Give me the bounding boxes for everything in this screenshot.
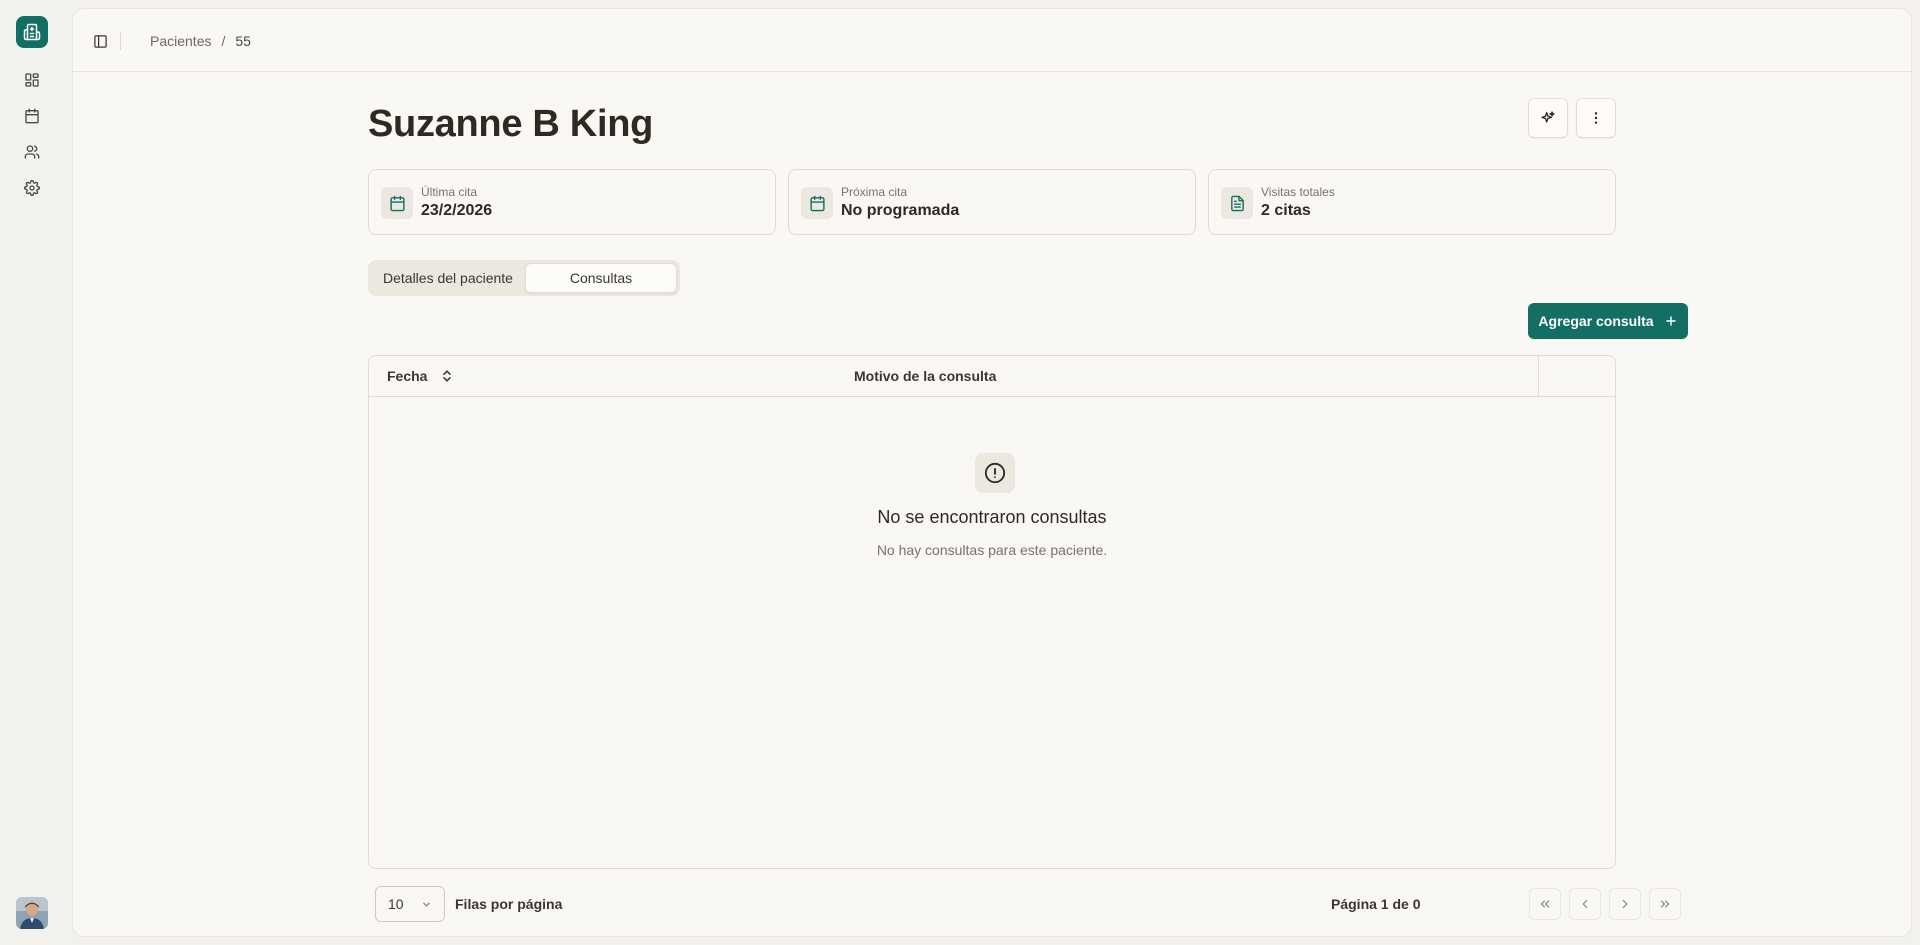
last-page-button[interactable] bbox=[1649, 888, 1681, 920]
add-consultation-label: Agregar consulta bbox=[1538, 313, 1654, 329]
stat-value: 2 citas bbox=[1261, 202, 1311, 219]
chevrons-right-icon bbox=[1660, 900, 1670, 908]
column-header-actions bbox=[1538, 356, 1615, 396]
stat-icon-wrapper bbox=[381, 187, 413, 219]
page-title: Suzanne B King bbox=[368, 103, 654, 145]
empty-state-icon-wrapper bbox=[975, 453, 1015, 493]
hospital-icon bbox=[23, 23, 41, 41]
stat-label: Próxima cita bbox=[841, 185, 908, 199]
calendar-icon bbox=[389, 195, 405, 211]
top-bar: Pacientes / 55 bbox=[73, 9, 1911, 72]
dashboard-icon bbox=[25, 73, 39, 87]
stat-icon-wrapper bbox=[801, 187, 833, 219]
document-icon bbox=[1230, 195, 1244, 211]
column-header-date[interactable]: Fecha bbox=[387, 368, 453, 384]
tab-patient-details[interactable]: Detalles del paciente bbox=[371, 263, 525, 293]
page-indicator: Página 1 de 0 bbox=[1331, 896, 1421, 912]
stat-card-next-visit: Próxima cita No programada bbox=[788, 169, 1196, 235]
empty-state-title: No se encontraron consultas bbox=[877, 507, 1107, 527]
user-avatar[interactable] bbox=[16, 897, 48, 929]
stat-label: Última cita bbox=[421, 185, 478, 199]
users-icon bbox=[24, 145, 40, 159]
stat-label: Visitas totales bbox=[1261, 185, 1335, 199]
toolbar-divider bbox=[120, 32, 121, 50]
more-vertical-icon bbox=[1594, 112, 1598, 124]
sidebar-panel-icon bbox=[93, 34, 107, 48]
ai-assist-button[interactable] bbox=[1528, 98, 1568, 138]
calendar-icon bbox=[809, 195, 825, 211]
chevron-down-icon bbox=[423, 902, 430, 907]
next-page-button[interactable] bbox=[1609, 888, 1641, 920]
alert-circle-icon bbox=[984, 462, 1006, 484]
column-header-reason: Motivo de la consulta bbox=[854, 368, 997, 384]
breadcrumb-separator: / bbox=[221, 33, 226, 49]
stat-card-last-visit: Última cita 23/2/2026 bbox=[368, 169, 776, 235]
column-header-date-label: Fecha bbox=[387, 368, 428, 384]
calendar-icon bbox=[25, 108, 39, 124]
sparkles-icon bbox=[1541, 111, 1555, 123]
sort-icon bbox=[443, 370, 452, 382]
app-rail bbox=[0, 0, 64, 945]
plus-icon bbox=[1665, 316, 1676, 326]
tab-consultations[interactable]: Consultas bbox=[525, 263, 677, 293]
stat-value: 23/2/2026 bbox=[421, 202, 493, 219]
rail-item-dashboard[interactable] bbox=[20, 68, 44, 92]
stat-icon-wrapper bbox=[1221, 187, 1253, 219]
app-logo[interactable] bbox=[16, 16, 48, 48]
rows-per-page-value: 10 bbox=[388, 896, 404, 912]
previous-page-button[interactable] bbox=[1569, 888, 1601, 920]
breadcrumb-current: 55 bbox=[235, 33, 251, 49]
avatar-icon bbox=[16, 897, 48, 929]
rail-item-settings[interactable] bbox=[20, 176, 44, 200]
chevron-right-icon bbox=[1622, 899, 1628, 909]
table-header: Fecha Motivo de la consulta bbox=[369, 356, 1615, 397]
breadcrumb: Pacientes / 55 bbox=[150, 33, 251, 49]
stat-card-total-visits: Visitas totales 2 citas bbox=[1208, 169, 1616, 235]
chevron-left-icon bbox=[1582, 899, 1588, 909]
chevrons-left-icon bbox=[1540, 900, 1550, 908]
consultations-table: Fecha Motivo de la consulta No se encont… bbox=[368, 355, 1616, 869]
more-options-button[interactable] bbox=[1576, 98, 1616, 138]
empty-state-description: No hay consultas para este paciente. bbox=[876, 542, 1108, 558]
rail-item-calendar[interactable] bbox=[20, 104, 44, 128]
table-pagination: 10 Filas por página Página 1 de 0 bbox=[368, 886, 1681, 922]
add-consultation-button[interactable]: Agregar consulta bbox=[1528, 303, 1688, 339]
rail-item-patients[interactable] bbox=[20, 140, 44, 164]
main-panel: Pacientes / 55 Suzanne B King Última cit… bbox=[72, 8, 1912, 937]
stats-row: Última cita 23/2/2026 Próxima cita No pr… bbox=[368, 169, 1616, 235]
sidebar-toggle-button[interactable] bbox=[90, 31, 110, 51]
stat-value: No programada bbox=[841, 202, 960, 219]
breadcrumb-patients-link[interactable]: Pacientes bbox=[150, 33, 211, 49]
rows-per-page-select[interactable]: 10 bbox=[375, 886, 445, 922]
gear-icon bbox=[24, 180, 40, 196]
patient-tabs: Detalles del paciente Consultas bbox=[368, 260, 680, 296]
rows-per-page-label: Filas por página bbox=[455, 896, 563, 912]
first-page-button[interactable] bbox=[1529, 888, 1561, 920]
